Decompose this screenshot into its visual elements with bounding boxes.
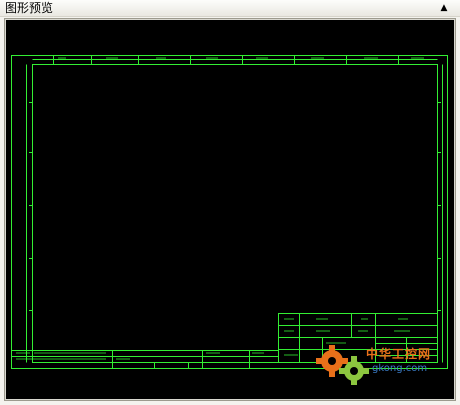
side-zone-marks bbox=[29, 102, 441, 311]
preview-frame: 中华工控网 gkong.com bbox=[4, 18, 456, 401]
watermark-brand: 中华工控网 bbox=[366, 347, 432, 361]
panel-titlebar: 图形预览 ▲ bbox=[0, 0, 460, 17]
inner-border bbox=[32, 64, 438, 363]
watermark-domain: gkong.com bbox=[372, 363, 428, 374]
watermark-logo: 中华工控网 gkong.com bbox=[314, 341, 444, 387]
gear-icon bbox=[316, 345, 369, 385]
outer-border bbox=[11, 55, 448, 369]
drawing-preview-canvas[interactable]: 中华工控网 gkong.com bbox=[6, 20, 454, 399]
panel-title: 图形预览 bbox=[5, 1, 54, 15]
collapse-icon[interactable]: ▲ bbox=[438, 2, 450, 14]
